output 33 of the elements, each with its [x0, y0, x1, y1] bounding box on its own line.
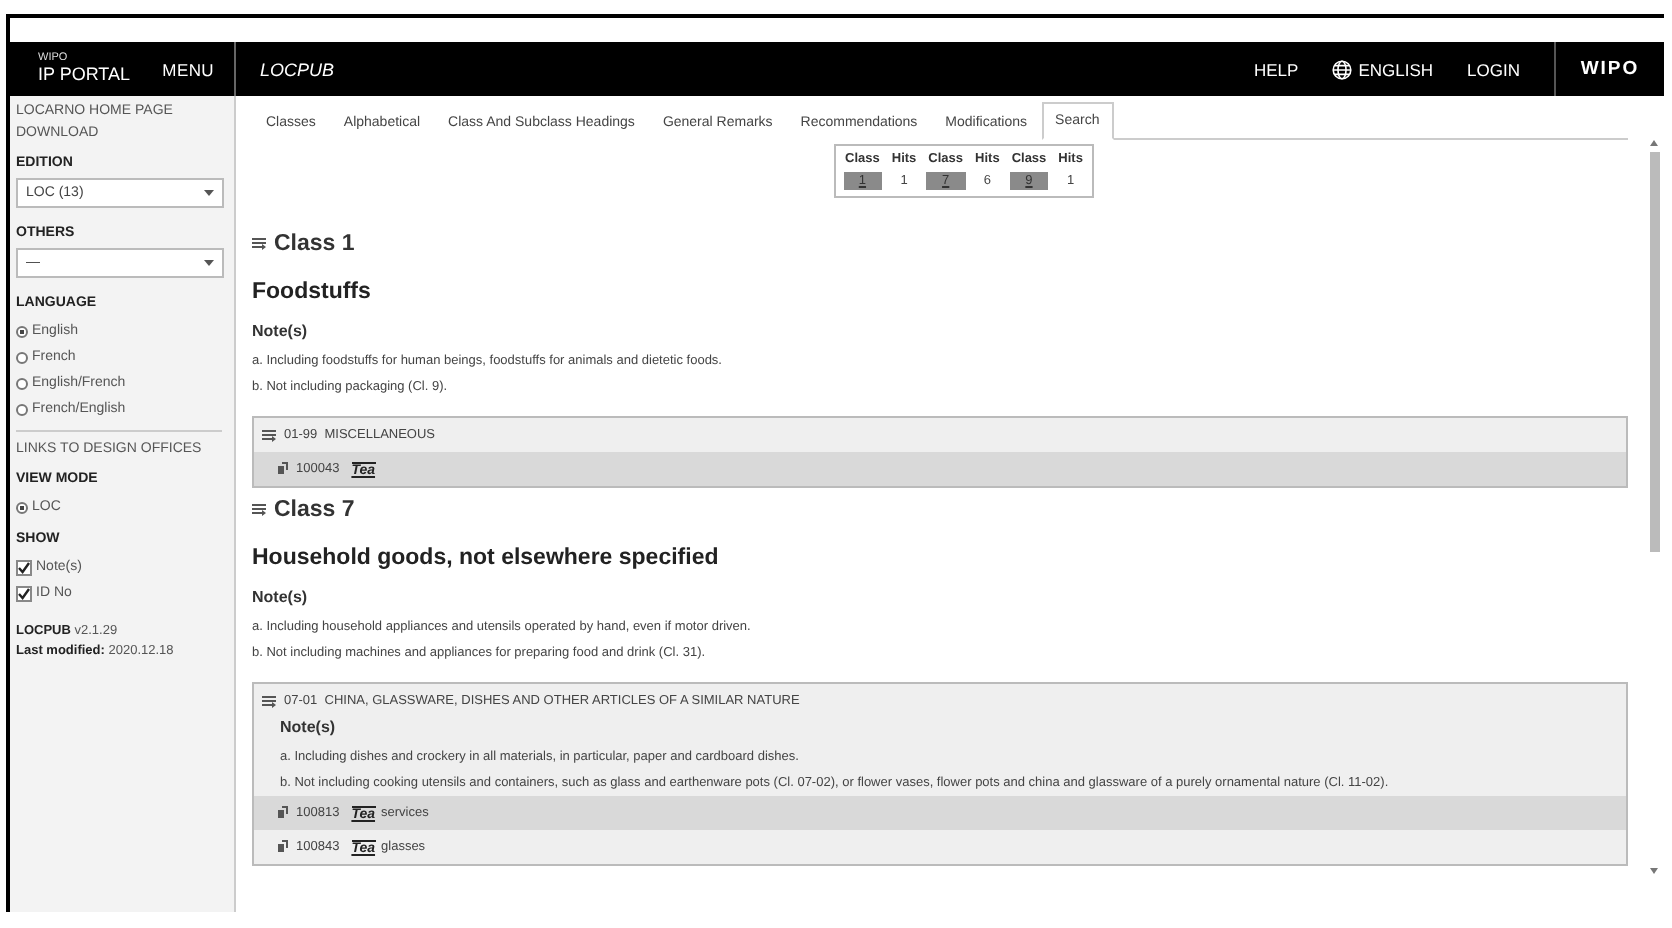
collapse-icon[interactable]	[252, 238, 266, 250]
globe-icon	[1332, 59, 1353, 79]
class-heading: Household goods, not elsewhere specified	[252, 546, 721, 570]
collapse-icon[interactable]	[262, 429, 276, 441]
class-title: Class 7	[274, 498, 355, 522]
class-heading: Foodstuffs	[252, 280, 373, 304]
nav-link[interactable]: LOGIN	[1467, 59, 1520, 79]
menu-button[interactable]: MENU	[162, 59, 214, 79]
radio-button[interactable]	[16, 501, 28, 513]
term-icon	[276, 462, 290, 476]
radio-button[interactable]	[16, 325, 28, 337]
collapse-icon[interactable]	[262, 695, 276, 707]
checkbox[interactable]	[16, 585, 32, 601]
checkbox[interactable]	[16, 559, 32, 575]
term-icon	[276, 806, 290, 820]
scroll-up-icon[interactable]	[1650, 140, 1658, 146]
brand-logo[interactable]: WIPO	[1554, 42, 1664, 96]
notes-label: Note(s)	[252, 322, 310, 340]
scroll-down-icon[interactable]	[1650, 868, 1658, 874]
app-title: LOCPUB	[260, 59, 337, 79]
radio-button[interactable]	[16, 351, 28, 363]
notes-label: Note(s)	[280, 718, 338, 736]
caret-icon	[204, 259, 214, 267]
notes-label: Note(s)	[252, 588, 310, 606]
term-icon	[276, 840, 290, 854]
scrollbar-thumb[interactable]	[1649, 152, 1659, 552]
class-title: Class 1	[274, 232, 355, 256]
radio-button[interactable]	[16, 377, 28, 389]
radio-button[interactable]	[16, 403, 28, 415]
nav-link[interactable]: HELP	[1254, 59, 1299, 79]
caret-icon	[204, 189, 214, 197]
nav-link[interactable]: ENGLISH	[1332, 59, 1434, 79]
collapse-icon[interactable]	[252, 504, 266, 516]
